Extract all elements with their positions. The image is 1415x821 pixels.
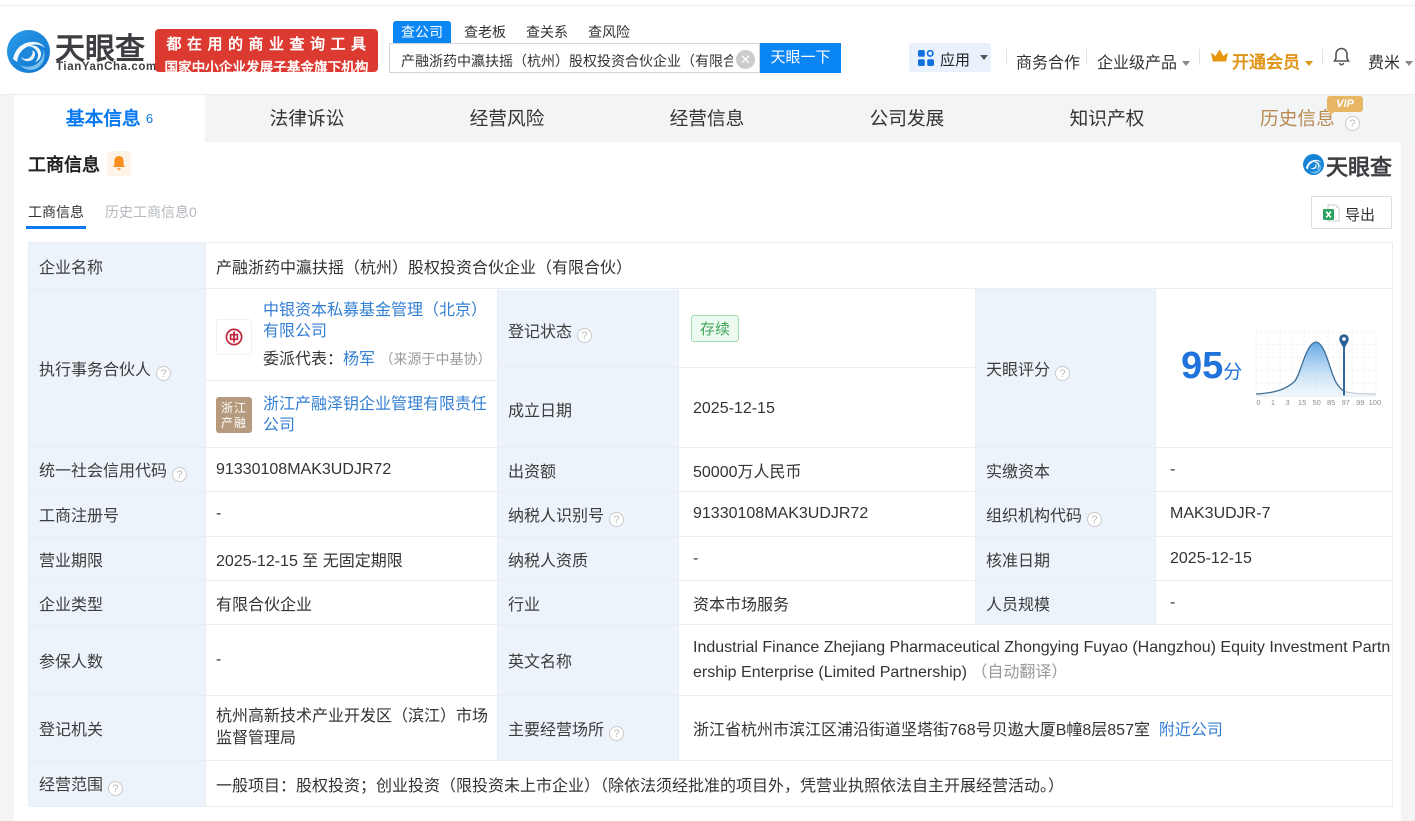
svg-text:50: 50 [1313,398,1321,407]
svg-text:97: 97 [1342,398,1350,407]
svg-text:99: 99 [1356,398,1364,407]
svg-text:1: 1 [1271,398,1275,407]
svg-text:0: 0 [1256,398,1260,407]
svg-text:15: 15 [1298,398,1306,407]
svg-text:100: 100 [1369,398,1382,407]
svg-text:85: 85 [1327,398,1335,407]
svg-text:3: 3 [1286,398,1290,407]
